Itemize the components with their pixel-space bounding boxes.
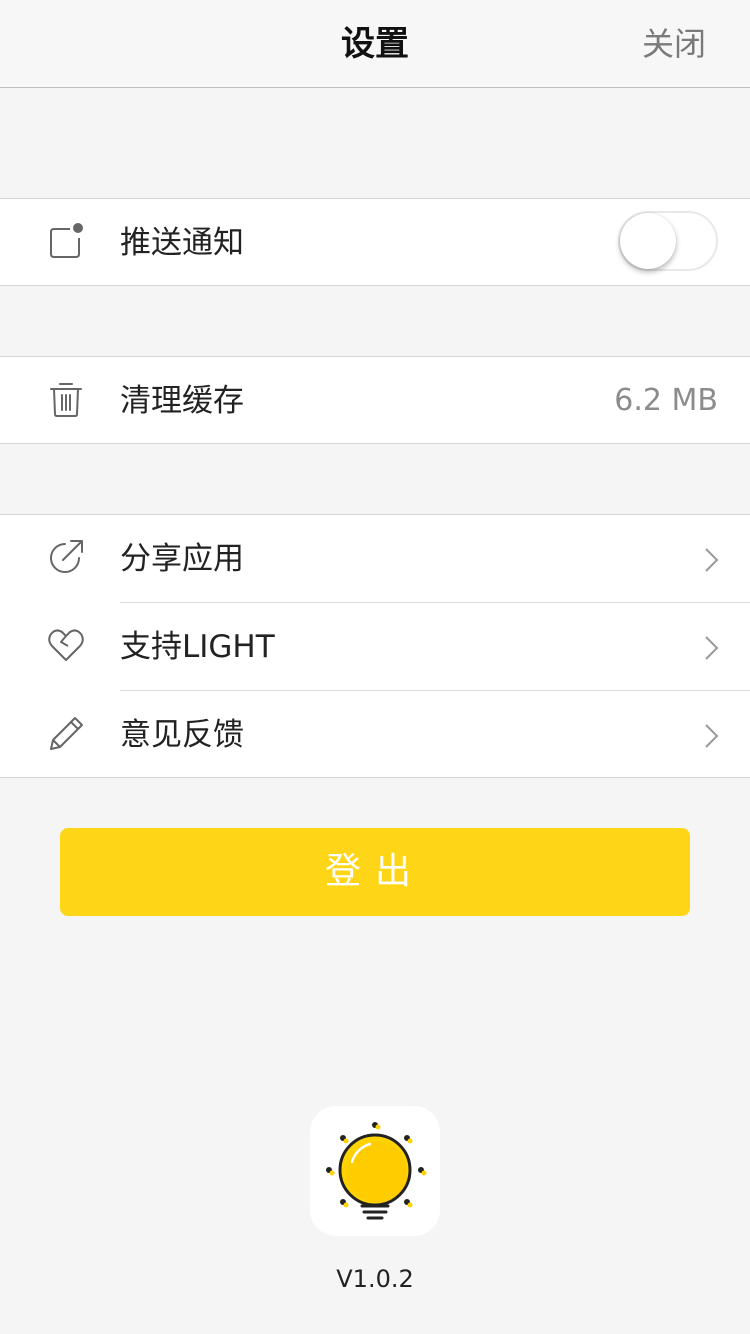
push-notification-row: 推送通知 xyxy=(0,199,750,287)
feedback-label: 意见反馈 xyxy=(120,717,244,753)
clear-cache-row[interactable]: 清理缓存 6.2 MB xyxy=(0,357,750,445)
support-light-row[interactable]: 支持LIGHT xyxy=(0,603,750,691)
cache-size-value: 6.2 MB xyxy=(614,383,718,418)
navigation-bar: 设置 关闭 xyxy=(0,0,750,88)
trash-icon xyxy=(50,383,82,417)
push-notification-group: 推送通知 xyxy=(0,198,750,286)
share-app-label: 分享应用 xyxy=(120,541,244,577)
close-button[interactable]: 关闭 xyxy=(642,22,706,66)
support-light-label: 支持LIGHT xyxy=(120,629,275,665)
logout-button[interactable]: 登出 xyxy=(60,828,690,916)
push-notification-label: 推送通知 xyxy=(120,225,244,261)
page-title: 设置 xyxy=(341,24,409,64)
clear-cache-label: 清理缓存 xyxy=(120,383,244,419)
heart-icon xyxy=(48,629,84,661)
chevron-right-icon xyxy=(705,724,719,748)
chevron-right-icon xyxy=(705,548,719,572)
share-app-row[interactable]: 分享应用 xyxy=(0,515,750,603)
feedback-row[interactable]: 意见反馈 xyxy=(0,691,750,779)
app-logo xyxy=(310,1106,440,1236)
notification-icon xyxy=(50,223,83,258)
menu-group: 分享应用 支持LIGHT 意见反馈 xyxy=(0,514,750,778)
chevron-right-icon xyxy=(705,636,719,660)
share-icon xyxy=(50,540,83,573)
pencil-icon xyxy=(50,717,83,750)
app-version: V1.0.2 xyxy=(336,1265,414,1293)
clear-cache-group: 清理缓存 6.2 MB xyxy=(0,356,750,444)
push-notification-toggle[interactable] xyxy=(618,211,718,271)
lightbulb-icon xyxy=(326,1122,427,1220)
toggle-knob xyxy=(620,213,676,269)
